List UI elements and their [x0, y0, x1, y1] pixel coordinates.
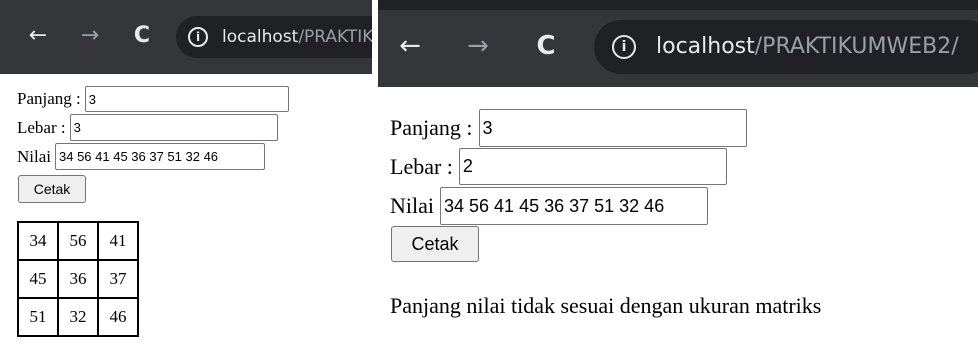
- address-bar[interactable]: i localhost/PRAKTIK: [176, 16, 372, 58]
- table-cell: 46: [98, 298, 138, 336]
- panjang-label: Panjang :: [17, 89, 81, 108]
- right-browser-window: ← → C i localhost/PRAKTIKUMWEB2/ Panjang…: [378, 0, 978, 351]
- forward-icon[interactable]: →: [74, 19, 106, 51]
- browser-toolbar: ← → C i localhost/PRAKTIK: [0, 0, 372, 74]
- nilai-input[interactable]: [55, 143, 265, 170]
- url-host: localhost: [222, 27, 299, 47]
- reload-icon[interactable]: C: [526, 26, 566, 66]
- table-row: 34 56 41: [18, 222, 138, 260]
- table-row: 51 32 46: [18, 298, 138, 336]
- lebar-row: Lebar :: [390, 148, 727, 185]
- table-cell: 56: [58, 222, 98, 260]
- cetak-button[interactable]: Cetak: [391, 226, 479, 262]
- back-icon[interactable]: ←: [22, 19, 54, 51]
- lebar-label: Lebar :: [390, 153, 453, 179]
- cetak-button[interactable]: Cetak: [18, 175, 86, 203]
- window-frame: [378, 0, 978, 10]
- nilai-row: Nilai: [390, 187, 708, 225]
- table-cell: 51: [18, 298, 58, 336]
- lebar-input[interactable]: [458, 148, 727, 185]
- browser-toolbar: ← → C i localhost/PRAKTIKUMWEB2/: [378, 10, 978, 87]
- panjang-row: Panjang :: [17, 86, 289, 112]
- forward-icon[interactable]: →: [458, 26, 498, 66]
- panjang-input[interactable]: [478, 109, 747, 147]
- nilai-label: Nilai: [17, 146, 51, 166]
- reload-icon[interactable]: C: [126, 19, 158, 51]
- table-cell: 37: [98, 260, 138, 298]
- panjang-input[interactable]: [84, 86, 289, 112]
- site-info-icon[interactable]: i: [188, 27, 208, 47]
- nilai-label: Nilai: [390, 193, 434, 218]
- address-bar[interactable]: i localhost/PRAKTIKUMWEB2/: [594, 20, 978, 74]
- table-cell: 45: [18, 260, 58, 298]
- panjang-row: Panjang :: [390, 109, 747, 147]
- table-row: 45 36 37: [18, 260, 138, 298]
- site-info-icon[interactable]: i: [612, 35, 636, 59]
- back-icon[interactable]: ←: [390, 26, 430, 66]
- nilai-row: Nilai: [17, 143, 265, 170]
- table-cell: 41: [98, 222, 138, 260]
- left-browser-window: ← → C i localhost/PRAKTIK Panjang : Leba…: [0, 0, 372, 351]
- table-cell: 34: [18, 222, 58, 260]
- table-cell: 32: [58, 298, 98, 336]
- table-cell: 36: [58, 260, 98, 298]
- url-path: /PRAKTIK: [298, 27, 372, 47]
- panjang-label: Panjang :: [390, 115, 473, 140]
- error-message: Panjang nilai tidak sesuai dengan ukuran…: [390, 293, 822, 318]
- url-host: localhost: [656, 34, 755, 59]
- lebar-label: Lebar :: [17, 117, 66, 137]
- nilai-input[interactable]: [440, 187, 708, 225]
- matrix-table: 34 56 41 45 36 37 51 32 46: [17, 221, 139, 337]
- url-path: /PRAKTIKUMWEB2/: [754, 34, 959, 59]
- lebar-row: Lebar :: [17, 114, 278, 141]
- lebar-input[interactable]: [69, 114, 278, 141]
